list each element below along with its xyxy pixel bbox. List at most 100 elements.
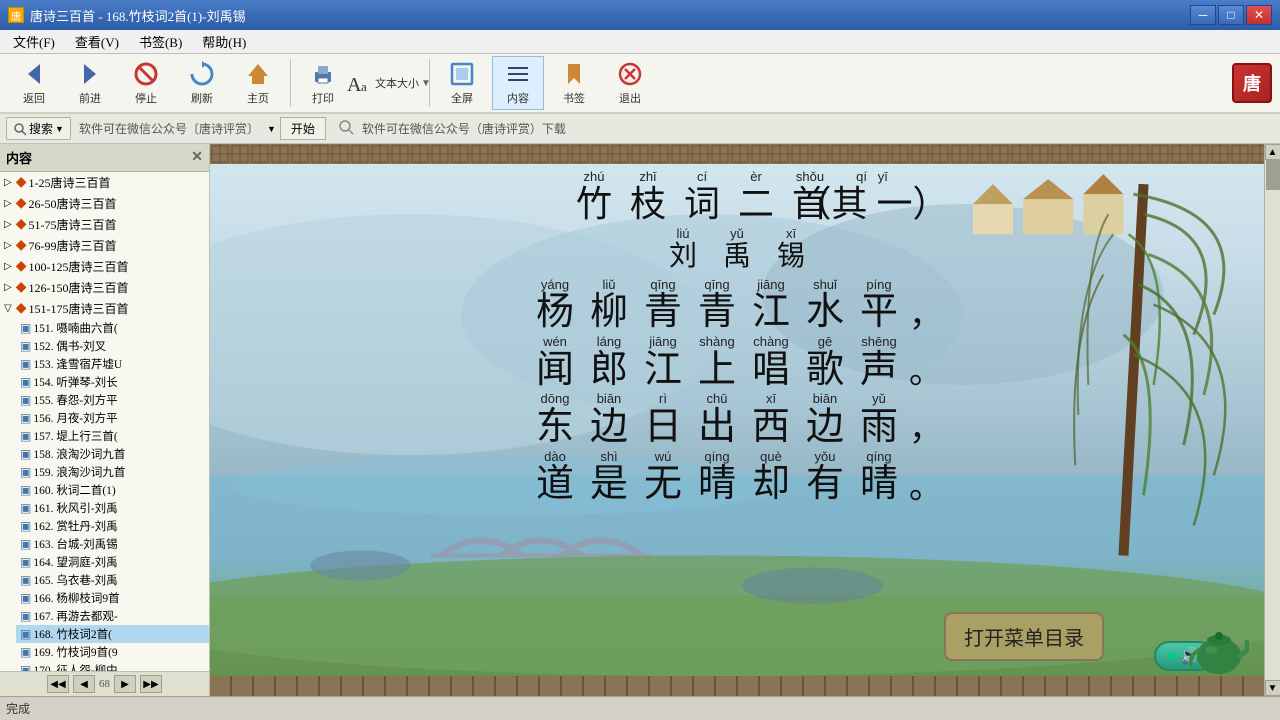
sidebar-tree[interactable]: ▷ ◆ 1-25唐诗三百首 ▷ ◆ 26-50唐诗三百首 ▷ ◆ 51-75唐诗… bbox=[0, 172, 209, 671]
l1-liu: liǔ 柳 bbox=[582, 277, 636, 334]
author-char-liu: liú 刘 bbox=[656, 226, 710, 272]
back-button[interactable]: 返回 bbox=[8, 56, 60, 110]
back-icon bbox=[20, 60, 48, 88]
refresh-icon bbox=[188, 60, 216, 88]
bookmark-button[interactable]: 书签 bbox=[548, 56, 600, 110]
scroll-down-button[interactable]: ▼ bbox=[1265, 680, 1280, 696]
leaf-157[interactable]: ▣ 157. 堤上行三首( bbox=[16, 427, 209, 445]
forward-button[interactable]: 前进 bbox=[64, 56, 116, 110]
maximize-button[interactable]: □ bbox=[1218, 5, 1244, 25]
folder-icon-7: ◆ bbox=[16, 300, 27, 317]
leaf-161[interactable]: ▣ 161. 秋风引-刘禹 bbox=[16, 499, 209, 517]
leaf-icon-159: ▣ bbox=[20, 465, 31, 480]
leaf-153[interactable]: ▣ 153. 逢雪宿芹墟U bbox=[16, 355, 209, 373]
sidebar-nav-next[interactable]: ▶ bbox=[114, 675, 136, 693]
leaf-icon-165: ▣ bbox=[20, 573, 31, 588]
svg-text:A: A bbox=[347, 74, 362, 96]
sidebar-nav-last[interactable]: ▶▶ bbox=[140, 675, 162, 693]
leaf-162[interactable]: ▣ 162. 赏牡丹-刘禹 bbox=[16, 517, 209, 535]
search-dropdown-2[interactable]: ▼ bbox=[267, 124, 276, 134]
leaf-154[interactable]: ▣ 154. 听弹琴-刘长 bbox=[16, 373, 209, 391]
menu-bookmark[interactable]: 书签(B) bbox=[130, 29, 191, 54]
leaf-label-167: 167. 再游去都观- bbox=[33, 608, 117, 624]
leaf-164[interactable]: ▣ 164. 望洞庭-刘禹 bbox=[16, 553, 209, 571]
scroll-up-button[interactable]: ▲ bbox=[1265, 144, 1280, 160]
scroll-track[interactable] bbox=[1265, 160, 1280, 680]
sidebar-close-button[interactable]: ✕ bbox=[191, 149, 203, 166]
teapot-decoration bbox=[1189, 606, 1249, 676]
leaf-icon-153: ▣ bbox=[20, 357, 31, 372]
fontsize-button[interactable]: Aa 文本大小 ▼ bbox=[353, 56, 423, 110]
print-button[interactable]: 打印 bbox=[297, 56, 349, 110]
group-label-76-99: 76-99唐诗三百首 bbox=[28, 237, 116, 254]
sidebar-item-26-50[interactable]: ▷ ◆ 26-50唐诗三百首 bbox=[0, 193, 209, 214]
search-start-button[interactable]: 开始 bbox=[280, 117, 326, 140]
leaf-158[interactable]: ▣ 158. 浪淘沙词九首 bbox=[16, 445, 209, 463]
group-label-1-25: 1-25唐诗三百首 bbox=[28, 174, 110, 191]
border-pattern bbox=[210, 144, 1264, 164]
wechat-text-1: 软件可在微信公众号〔唐诗评赏〕 bbox=[79, 120, 259, 137]
leaf-169[interactable]: ▣ 169. 竹枝词9首(9 bbox=[16, 643, 209, 661]
l3-bian2: biān 边 bbox=[798, 391, 852, 448]
l4-you: yǒu 有 bbox=[798, 449, 852, 506]
leaf-165[interactable]: ▣ 165. 乌衣巷-刘禹 bbox=[16, 571, 209, 589]
home-button[interactable]: 主页 bbox=[232, 56, 284, 110]
bookmark-icon bbox=[560, 60, 588, 88]
expand-icon-3: ▷ bbox=[4, 219, 12, 230]
sidebar-item-76-99[interactable]: ▷ ◆ 76-99唐诗三百首 bbox=[0, 235, 209, 256]
leaf-155[interactable]: ▣ 155. 春怨-刘方平 bbox=[16, 391, 209, 409]
scroll-thumb[interactable] bbox=[1266, 160, 1280, 190]
leaf-159[interactable]: ▣ 159. 浪淘沙词九首 bbox=[16, 463, 209, 481]
content-button[interactable]: 内容 bbox=[492, 56, 544, 110]
sidebar-nav-prev[interactable]: ◀ bbox=[73, 675, 95, 693]
leaf-160[interactable]: ▣ 160. 秋词二首(1) bbox=[16, 481, 209, 499]
exit-button[interactable]: 退出 bbox=[604, 56, 656, 110]
menu-view[interactable]: 查看(V) bbox=[66, 29, 128, 54]
l2-jiang: jiāng 江 bbox=[636, 334, 690, 391]
close-button[interactable]: ✕ bbox=[1246, 5, 1272, 25]
refresh-button[interactable]: 刷新 bbox=[176, 56, 228, 110]
sidebar-item-1-25[interactable]: ▷ ◆ 1-25唐诗三百首 bbox=[0, 172, 209, 193]
leaf-170[interactable]: ▣ 170. 征人怨-柳中 bbox=[16, 661, 209, 671]
leaf-166[interactable]: ▣ 166. 杨柳枝词9首 bbox=[16, 589, 209, 607]
stop-button[interactable]: 停止 bbox=[120, 56, 172, 110]
l1-ping: píng 平 bbox=[852, 277, 906, 334]
search-icon-button[interactable]: 搜索 ▼ bbox=[6, 117, 71, 140]
leaf-icon-167: ▣ bbox=[20, 609, 31, 624]
back-label: 返回 bbox=[23, 90, 45, 106]
search-dropdown-icon[interactable]: ▼ bbox=[55, 124, 64, 134]
menu-help[interactable]: 帮助(H) bbox=[193, 29, 255, 54]
l1-qing2: qīng 青 bbox=[690, 277, 744, 334]
refresh-label: 刷新 bbox=[191, 90, 213, 106]
sidebar-item-151-175[interactable]: ▽ ◆ 151-175唐诗三百首 bbox=[0, 298, 209, 319]
fontsize-label: 文本大小 bbox=[375, 75, 419, 91]
exit-label: 退出 bbox=[619, 90, 641, 106]
sidebar-item-100-125[interactable]: ▷ ◆ 100-125唐诗三百首 bbox=[0, 256, 209, 277]
title-char-er: èr 二 bbox=[729, 169, 783, 224]
leaf-167[interactable]: ▣ 167. 再游去都观- bbox=[16, 607, 209, 625]
sidebar-title: 内容 bbox=[6, 148, 32, 167]
l3-xi: xī 西 bbox=[744, 391, 798, 448]
leaf-156[interactable]: ▣ 156. 月夜-刘方平 bbox=[16, 409, 209, 427]
poem-line-3: dōng 东 biān 边 rì 日 chū 出 bbox=[210, 391, 1264, 448]
leaf-152[interactable]: ▣ 152. 偶书-刘叉 bbox=[16, 337, 209, 355]
sidebar-item-51-75[interactable]: ▷ ◆ 51-75唐诗三百首 bbox=[0, 214, 209, 235]
open-menu-button[interactable]: 打开菜单目录 bbox=[944, 612, 1104, 661]
content-icon bbox=[504, 60, 532, 88]
l2-lang: láng 郎 bbox=[582, 334, 636, 391]
sidebar-nav-first[interactable]: ◀◀ bbox=[47, 675, 69, 693]
l2-punc: 。 bbox=[906, 338, 946, 391]
menu-file[interactable]: 文件(F) bbox=[4, 29, 64, 54]
leaf-151[interactable]: ▣ 151. 嗫喃曲六首( bbox=[16, 319, 209, 337]
l4-qing2: qíng 晴 bbox=[852, 449, 906, 506]
teapot-svg bbox=[1189, 606, 1249, 676]
leaf-163[interactable]: ▣ 163. 台城-刘禹锡 bbox=[16, 535, 209, 553]
minimize-button[interactable]: ─ bbox=[1190, 5, 1216, 25]
fullscreen-button[interactable]: 全屏 bbox=[436, 56, 488, 110]
sidebar-item-126-150[interactable]: ▷ ◆ 126-150唐诗三百首 bbox=[0, 277, 209, 298]
title-bar: 唐 唐诗三百首 - 168.竹枝词2首(1)-刘禹锡 ─ □ ✕ bbox=[0, 0, 1280, 30]
l4-dao: dào 道 bbox=[528, 449, 582, 506]
folder-icon-2: ◆ bbox=[16, 195, 27, 212]
leaf-168[interactable]: ▣ 168. 竹枝词2首( bbox=[16, 625, 209, 643]
poem-line-2: wén 闻 láng 郎 jiāng 江 shàng bbox=[210, 334, 1264, 391]
